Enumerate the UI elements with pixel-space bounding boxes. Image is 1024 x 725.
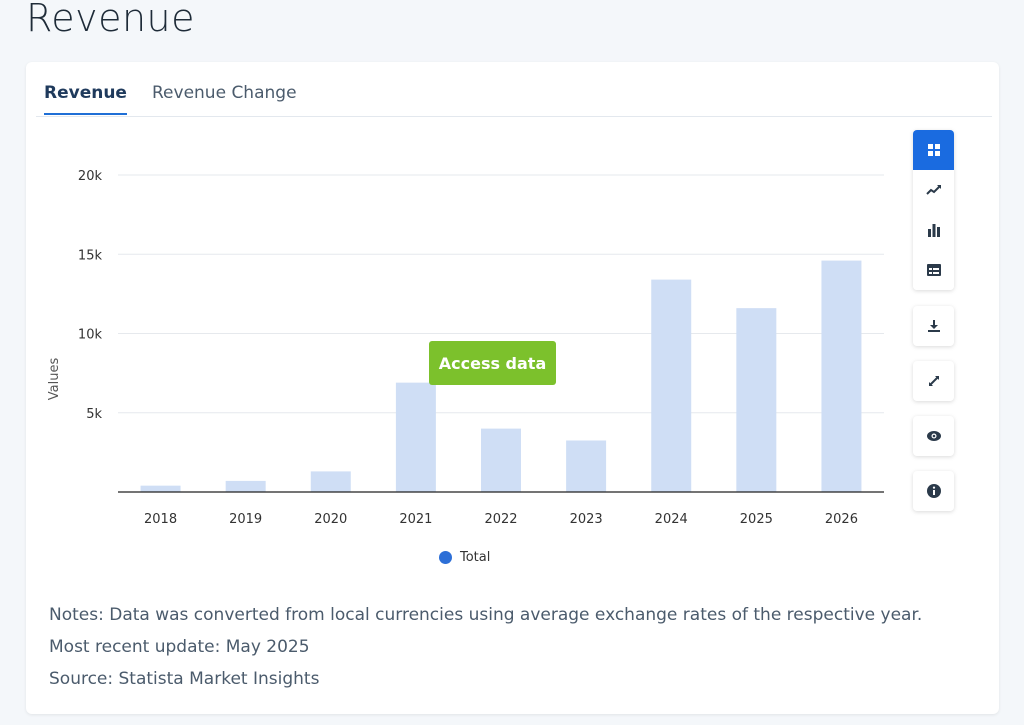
grid-icon	[927, 144, 940, 156]
chart-card: Revenue Revenue Change Values 5k 10k 15k 20…	[26, 62, 999, 714]
source-text: Source: Statista Market Insights	[49, 669, 320, 689]
tab-revenue-change[interactable]: Revenue Change	[152, 83, 297, 113]
bar-2021[interactable]	[395, 382, 436, 492]
x-tick-label: 2023	[570, 512, 603, 527]
y-tick-label: 10k	[78, 328, 103, 343]
chart-type-group	[913, 130, 954, 290]
legend-marker	[439, 551, 452, 564]
x-tick-label: 2020	[314, 512, 347, 527]
bar-chart-icon	[927, 224, 940, 237]
line-chart-icon	[925, 185, 941, 195]
expand-button[interactable]	[913, 361, 954, 401]
x-tick-label: 2021	[399, 512, 432, 527]
table-button[interactable]	[913, 250, 954, 290]
info-icon	[926, 484, 941, 498]
table-icon	[926, 264, 941, 276]
y-tick-label: 15k	[78, 248, 103, 263]
bar-chart-button[interactable]	[913, 210, 954, 250]
legend-label: Total	[460, 550, 491, 565]
bar-2019[interactable]	[225, 480, 266, 492]
download-button[interactable]	[913, 306, 954, 346]
access-data-button[interactable]: Access data	[429, 341, 556, 385]
line-chart-button[interactable]	[913, 170, 954, 210]
grid-view-button[interactable]	[913, 130, 954, 170]
legend[interactable]: Total	[439, 550, 490, 565]
bar-2025[interactable]	[736, 308, 777, 492]
x-tick-label: 2025	[740, 512, 773, 527]
update-text: Most recent update: May 2025	[49, 637, 310, 657]
x-tick-label: 2022	[484, 512, 517, 527]
x-tick-label: 2026	[825, 512, 858, 527]
tab-revenue[interactable]: Revenue	[44, 83, 127, 115]
bar-2020[interactable]	[310, 471, 351, 492]
y-axis-label: Values	[47, 358, 62, 401]
chart-notes: Notes: Data was converted from local cur…	[49, 599, 922, 695]
notes-text: Notes: Data was converted from local cur…	[49, 605, 923, 625]
bar-2026[interactable]	[821, 260, 862, 492]
y-tick-label: 5k	[86, 407, 102, 422]
bar-2024[interactable]	[651, 279, 692, 492]
x-tick-label: 2019	[229, 512, 262, 527]
info-button[interactable]	[913, 471, 954, 511]
expand-icon	[928, 376, 939, 386]
bar-2022[interactable]	[481, 428, 521, 492]
eye-button[interactable]	[913, 416, 954, 456]
revenue-chart: Values 5k10k15k20k 2018 2019 2020 2021 2022 2…	[47, 169, 884, 527]
eye-icon	[926, 431, 941, 441]
download-icon	[927, 320, 940, 332]
page-title: Revenue	[26, 0, 195, 40]
tab-bar: Revenue Revenue Change	[36, 62, 992, 117]
x-tick-label: 2024	[655, 512, 688, 527]
bar-2023[interactable]	[566, 440, 607, 492]
x-tick-labels: 2018 2019 2020 2021 2022 2023 2024 2025 2026	[144, 512, 858, 527]
bar-2018[interactable]	[140, 485, 181, 492]
y-tick-label: 20k	[78, 169, 103, 184]
x-tick-label: 2018	[144, 512, 177, 527]
chart-toolbar	[913, 130, 954, 511]
